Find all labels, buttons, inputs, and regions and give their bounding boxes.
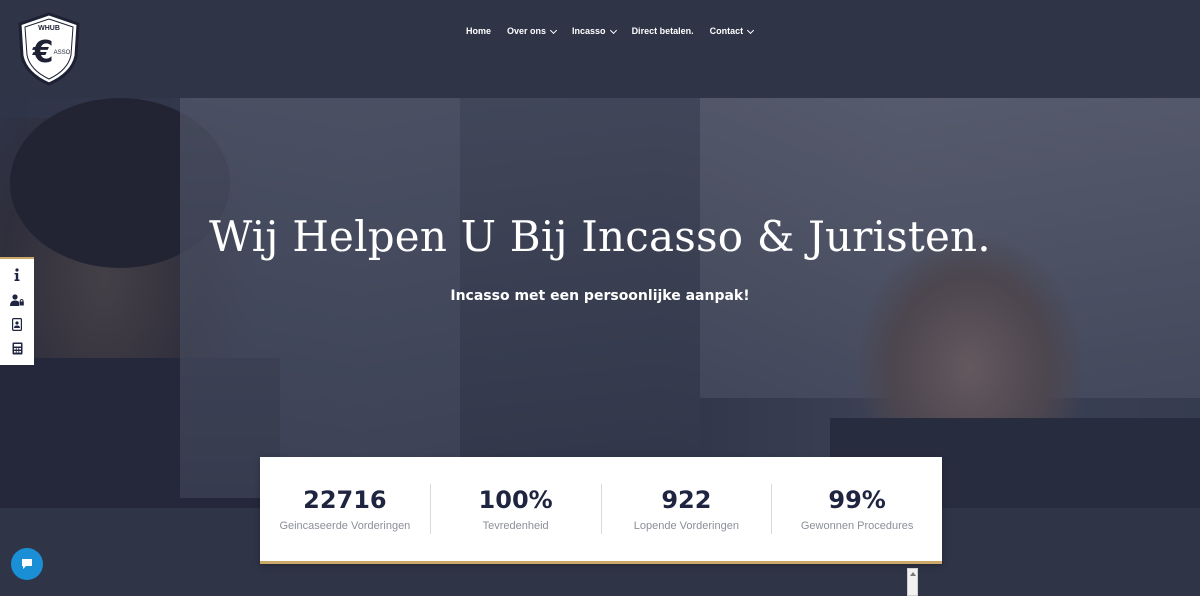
calculator-icon[interactable] <box>10 342 24 356</box>
side-toolbar <box>0 257 34 365</box>
logo-text-top: WHUB <box>38 25 60 32</box>
stat-label: Lopende Vorderingen <box>633 520 739 532</box>
stat-item: 100% Tevredenheid <box>431 484 602 534</box>
hero-subtitle: Incasso met een persoonlijke aanpak! <box>450 288 750 304</box>
stat-label: Geincaseerde Vorderingen <box>279 520 411 532</box>
scrollbar[interactable] <box>907 568 918 596</box>
info-icon[interactable] <box>10 268 24 282</box>
user-lock-icon[interactable] <box>10 293 24 307</box>
chevron-down-icon <box>747 26 755 34</box>
stat-label: Tevredenheid <box>482 520 549 532</box>
logo[interactable]: WHUB € ASSO <box>16 12 82 86</box>
stat-value: 922 <box>661 486 712 514</box>
chat-bubble-icon <box>22 559 32 569</box>
nav-item-direct-betalen[interactable]: Direct betalen. <box>632 26 694 36</box>
logo-text-side: ASSO <box>54 50 71 56</box>
nav-item-incasso[interactable]: Incasso <box>572 26 617 36</box>
hero-title: Wij Helpen U Bij Incasso & Juristen. <box>209 212 991 261</box>
stat-item: 922 Lopende Vorderingen <box>602 484 773 534</box>
stat-value: 100% <box>478 486 553 514</box>
hero-section: Wij Helpen U Bij Incasso & Juristen. Inc… <box>0 98 1200 508</box>
chevron-down-icon <box>549 26 558 34</box>
id-card-icon[interactable] <box>10 317 24 331</box>
site-header: WHUB € ASSO Home Over ons Incasso Direct… <box>0 0 1200 98</box>
nav-item-home[interactable]: Home <box>466 26 491 36</box>
scroll-up-arrow-icon[interactable] <box>910 572 916 576</box>
logo-euro-symbol: € <box>32 35 54 70</box>
stat-item: 99% Gewonnen Procedures <box>772 484 942 534</box>
nav-item-over-ons[interactable]: Over ons <box>507 26 558 36</box>
chat-button[interactable] <box>11 548 43 580</box>
stat-label: Gewonnen Procedures <box>800 520 914 532</box>
stats-panel: 22716 Geincaseerde Vorderingen 100% Tevr… <box>260 457 942 564</box>
chevron-down-icon <box>609 26 617 34</box>
stat-value: 99% <box>828 486 886 514</box>
main-nav: Home Over ons Incasso Direct betalen. Co… <box>466 22 769 40</box>
stat-item: 22716 Geincaseerde Vorderingen <box>260 484 431 534</box>
stat-value: 22716 <box>303 486 387 514</box>
nav-item-contact[interactable]: Contact <box>710 26 755 36</box>
